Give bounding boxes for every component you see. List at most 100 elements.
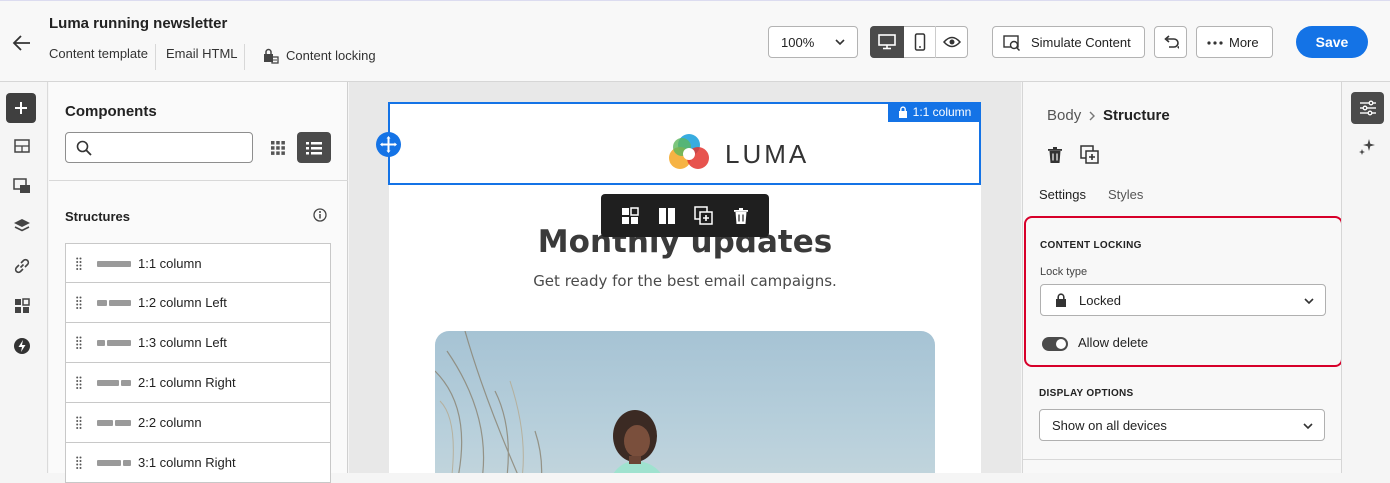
lock-icon (898, 106, 908, 118)
structure-item-2-2-column[interactable]: 2:2 column (65, 403, 331, 443)
allow-delete-label: Allow delete (1078, 335, 1149, 350)
grip-icon (76, 296, 82, 309)
email-html-label: Email HTML (166, 46, 238, 61)
structure-label: 1:2 column Left (138, 295, 227, 310)
simulate-label: Simulate Content (1031, 35, 1131, 50)
chevron-right-icon (1087, 110, 1097, 122)
simulate-content-button[interactable]: Simulate Content (992, 26, 1145, 58)
left-rail (0, 82, 48, 473)
components-title: Components (65, 103, 157, 120)
display-options-select[interactable]: Show on all devices (1039, 409, 1325, 441)
fragments-icon[interactable] (10, 174, 34, 198)
top-bar: Luma running newsletter Content template… (0, 0, 1390, 82)
grip-icon (76, 336, 82, 349)
display-options-title: DISPLAY OPTIONS (1039, 388, 1134, 399)
sparkle-icon[interactable] (1358, 138, 1376, 156)
structure-shape (97, 300, 131, 306)
email-canvas[interactable]: LUMA 1:1 column Monthly updates Get read… (349, 82, 1021, 473)
delete-icon[interactable] (1047, 146, 1063, 164)
content-locking-section: CONTENT LOCKING Lock type Locked Allow d… (1024, 216, 1343, 367)
content-locking-icon[interactable] (262, 47, 280, 65)
search-icon (76, 140, 92, 156)
display-options-value: Show on all devices (1052, 418, 1167, 433)
components-panel: Components Structures 1:1 column 1:2 col… (49, 82, 348, 483)
structure-shape (97, 261, 131, 267)
grip-icon (76, 416, 82, 429)
duplicate-icon[interactable] (1080, 145, 1100, 165)
structure-label: 2:2 column (138, 415, 202, 430)
structure-item-1-3-column-left[interactable]: 1:3 column Left (65, 323, 331, 363)
tab-styles[interactable]: Styles (1108, 187, 1143, 202)
desktop-icon[interactable] (870, 26, 904, 58)
lock-badge: 1:1 column (888, 102, 981, 122)
breadcrumb-structure: Structure (1103, 107, 1170, 124)
info-icon[interactable] (313, 208, 327, 222)
search-field (65, 132, 253, 163)
right-rail (1341, 82, 1390, 473)
zoom-select[interactable]: 100% (768, 26, 858, 58)
structure-item-3-1-column-right[interactable]: 3:1 column Right (65, 443, 331, 483)
structures-list: 1:1 column 1:2 column Left 1:3 column Le… (65, 243, 331, 483)
divider (155, 44, 156, 70)
grid-view-icon[interactable] (261, 132, 295, 163)
breadcrumb-body[interactable]: Body (1047, 107, 1081, 124)
list-view-icon[interactable] (297, 132, 331, 163)
lock-type-value: Locked (1079, 293, 1121, 308)
structure-item-1-1-column[interactable]: 1:1 column (65, 243, 331, 283)
content-template-label: Content template (49, 46, 149, 61)
tab-settings[interactable]: Settings (1039, 187, 1086, 202)
divider (244, 44, 245, 70)
save-button[interactable]: Save (1296, 26, 1368, 58)
link-icon[interactable] (10, 254, 34, 278)
back-arrow-icon[interactable] (10, 31, 34, 55)
chevron-down-icon (834, 36, 846, 48)
grip-icon (76, 257, 82, 270)
lock-badge-label: 1:1 column (912, 105, 972, 119)
more-button[interactable]: More (1196, 26, 1273, 58)
duplicate-icon[interactable] (693, 205, 715, 227)
move-icon[interactable] (376, 132, 401, 157)
structure-label: 2:1 column Right (138, 375, 236, 390)
lock-icon (1055, 293, 1067, 307)
grip-icon (76, 376, 82, 389)
lock-type-label: Lock type (1040, 266, 1088, 278)
undo-icon (1162, 34, 1180, 50)
components-icon[interactable] (10, 294, 34, 318)
structure-shape (97, 420, 131, 426)
eye-icon[interactable] (936, 26, 968, 58)
lightning-icon[interactable] (10, 334, 34, 358)
structure-item-1-2-column-left[interactable]: 1:2 column Left (65, 283, 331, 323)
structure-label: 1:3 column Left (138, 335, 227, 350)
simulate-icon (1003, 35, 1021, 51)
properties-panel: Body Structure Settings Styles CONTENT L… (1022, 82, 1343, 473)
settings-sliders-icon[interactable] (1351, 92, 1384, 124)
chevron-down-icon (1302, 420, 1314, 432)
structure-shape (97, 460, 131, 466)
mobile-icon[interactable] (904, 26, 936, 58)
structure-shape (97, 340, 131, 346)
structures-title: Structures (65, 209, 131, 224)
structure-toolbar (601, 194, 769, 237)
content-locking-link[interactable]: Content locking (286, 48, 376, 63)
layers-icon[interactable] (10, 214, 34, 238)
divider (49, 180, 348, 181)
columns-icon[interactable] (656, 205, 678, 227)
more-label: More (1229, 35, 1259, 50)
search-input[interactable] (98, 138, 248, 158)
undo-button[interactable] (1154, 26, 1187, 58)
more-dots-icon (1207, 41, 1223, 45)
structure-item-2-1-column-right[interactable]: 2:1 column Right (65, 363, 331, 403)
structures-icon[interactable] (10, 134, 34, 158)
page-title: Luma running newsletter (49, 15, 228, 32)
select-parent-icon[interactable] (619, 205, 641, 227)
delete-icon[interactable] (730, 205, 752, 227)
chevron-down-icon (1303, 295, 1315, 307)
plus-icon[interactable] (6, 93, 36, 123)
allow-delete-toggle[interactable] (1042, 337, 1068, 351)
hero-image[interactable] (435, 331, 935, 473)
structure-label: 1:1 column (138, 256, 202, 271)
subheadline[interactable]: Get ready for the best email campaigns. (389, 272, 981, 290)
grip-icon (76, 456, 82, 469)
structure-shape (97, 380, 131, 386)
lock-type-select[interactable]: Locked (1040, 284, 1326, 316)
